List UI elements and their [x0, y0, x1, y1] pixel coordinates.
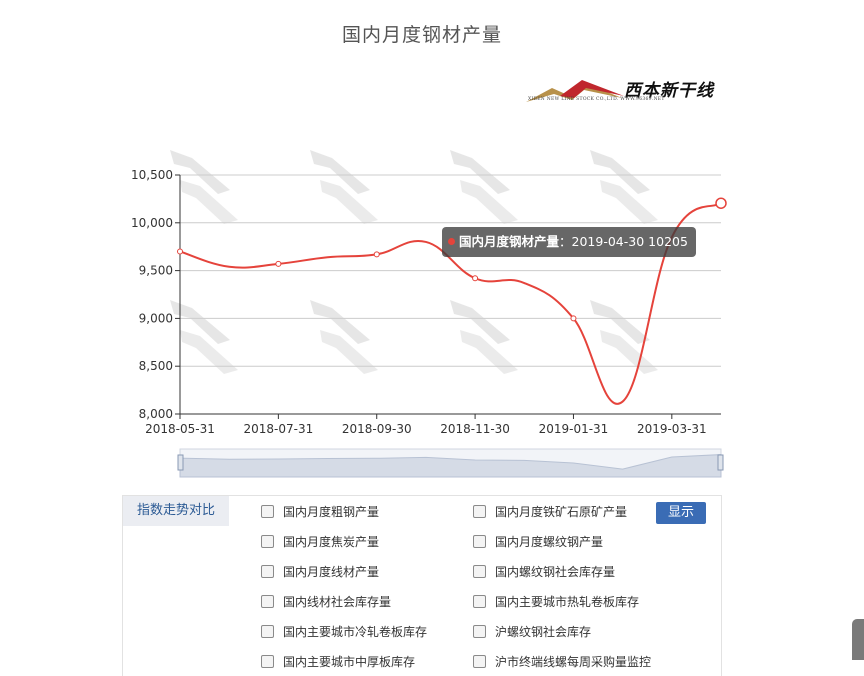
compare-option-checkbox[interactable] [261, 655, 274, 668]
data-point [275, 260, 282, 267]
compare-option[interactable]: 国内月度螺纹钢产量 [473, 534, 603, 550]
tooltip-series-dot [448, 238, 455, 245]
watermark-logo [450, 300, 518, 374]
compare-option[interactable]: 国内月度粗钢产量 [261, 504, 379, 520]
compare-option-checkbox[interactable] [473, 595, 486, 608]
scrollbar-thumb[interactable] [852, 619, 864, 660]
tooltip-series-name: 国内月度钢材产量 [459, 234, 560, 249]
show-button[interactable]: 显示 [656, 502, 706, 524]
compare-option-label: 国内主要城市冷轧卷板库存 [283, 625, 428, 639]
zoom-right-handle [717, 454, 724, 471]
data-point [177, 248, 183, 255]
watermark-logo [310, 150, 378, 224]
compare-option-label: 国内螺纹钢社会库存量 [495, 565, 616, 579]
compare-option[interactable]: 沪螺纹钢社会库存 [473, 624, 591, 640]
compare-option-checkbox[interactable] [261, 565, 274, 578]
compare-option-checkbox[interactable] [473, 655, 486, 668]
x-tick-label: 2018-09-30 [342, 422, 412, 436]
watermark-logo [310, 300, 378, 374]
chart-tooltip: 国内月度钢材产量：2019-04-30 10205 [442, 227, 696, 257]
compare-panel-label: 指数走势对比 [123, 496, 229, 526]
compare-option-label: 国内线材社会库存量 [283, 595, 392, 609]
watermark-logo [590, 300, 658, 374]
y-tick-label: 8,500 [139, 359, 173, 373]
data-zoom-slider[interactable] [177, 448, 724, 478]
compare-option-label: 国内月度螺纹钢产量 [495, 535, 604, 549]
compare-option-label: 国内主要城市热轧卷板库存 [495, 595, 640, 609]
compare-option[interactable]: 沪市终端线螺每周采购量监控 [473, 654, 651, 670]
compare-option-label: 国内主要城市中厚板库存 [283, 655, 416, 669]
x-tick-label: 2019-01-31 [539, 422, 609, 436]
tooltip-separator: ： [559, 234, 572, 249]
compare-option-label: 国内月度焦炭产量 [283, 535, 380, 549]
data-point [715, 197, 727, 209]
compare-option[interactable]: 国内月度线材产量 [261, 564, 379, 580]
compare-option-checkbox[interactable] [261, 535, 274, 548]
compare-option[interactable]: 国内月度焦炭产量 [261, 534, 379, 550]
x-tick-label: 2018-05-31 [145, 422, 215, 436]
compare-option-checkbox[interactable] [261, 625, 274, 638]
line-chart: 8,000 8,500 9,000 9,500 10,000 10,500 2018-05-… [131, 150, 727, 478]
compare-option-label: 国内月度铁矿石原矿产量 [495, 505, 628, 519]
compare-option-label: 国内月度线材产量 [283, 565, 380, 579]
compare-option[interactable]: 国内主要城市热轧卷板库存 [473, 594, 639, 610]
compare-panel: 指数走势对比 显示 国内月度粗钢产量 国内月度铁矿石原矿产量 国内月度焦炭产量 国内月… [122, 495, 722, 676]
x-tick-label: 2018-07-31 [243, 422, 313, 436]
compare-option-checkbox[interactable] [473, 565, 486, 578]
y-tick-label: 10,000 [131, 216, 173, 230]
y-tick-label: 9,500 [139, 264, 173, 278]
data-point [373, 251, 380, 258]
watermark-logo [450, 150, 518, 224]
compare-option-label: 沪螺纹钢社会库存 [495, 625, 592, 639]
zoom-left-handle [177, 454, 184, 471]
compare-option-checkbox[interactable] [473, 625, 486, 638]
compare-option[interactable]: 国内主要城市中厚板库存 [261, 654, 415, 670]
compare-option[interactable]: 国内月度铁矿石原矿产量 [473, 504, 627, 520]
compare-option[interactable]: 国内螺纹钢社会库存量 [473, 564, 615, 580]
compare-option-label: 国内月度粗钢产量 [283, 505, 380, 519]
x-tick-label: 2019-03-31 [637, 422, 707, 436]
tooltip-date: 2019-04-30 [571, 234, 645, 249]
compare-option[interactable]: 国内线材社会库存量 [261, 594, 391, 610]
data-point [570, 315, 577, 322]
compare-option-checkbox[interactable] [261, 505, 274, 518]
y-tick-label: 10,500 [131, 168, 173, 182]
compare-option-checkbox[interactable] [473, 505, 486, 518]
watermark-logo [590, 150, 658, 224]
data-point [472, 275, 479, 282]
compare-option-label: 沪市终端线螺每周采购量监控 [495, 655, 652, 669]
tooltip-value: 10205 [648, 234, 688, 249]
y-tick-label: 8,000 [139, 407, 173, 421]
compare-option-checkbox[interactable] [261, 595, 274, 608]
compare-option[interactable]: 国内主要城市冷轧卷板库存 [261, 624, 427, 640]
y-tick-label: 9,000 [139, 311, 173, 325]
x-tick-label: 2018-11-30 [440, 422, 510, 436]
compare-option-checkbox[interactable] [473, 535, 486, 548]
